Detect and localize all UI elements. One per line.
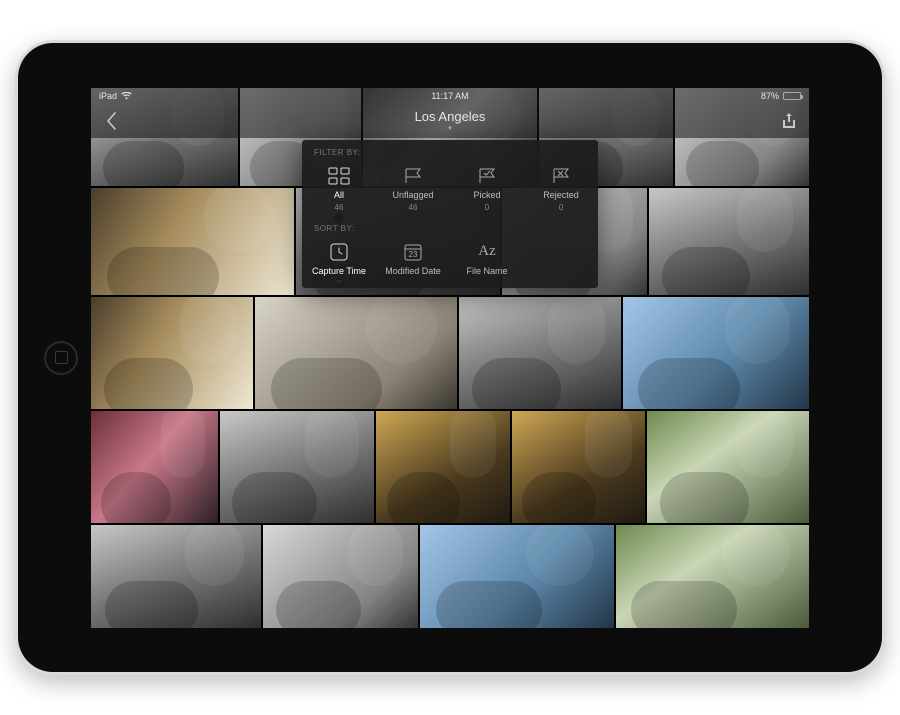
photo-thumb[interactable]: [376, 411, 510, 523]
sort-label: File Name: [466, 266, 507, 276]
photo-thumb[interactable]: [91, 525, 261, 628]
sort-section-label: SORT BY:: [302, 224, 598, 237]
grid-icon: [326, 165, 352, 187]
ipad-bezel: iPad 11:17 AM 87% Los Angeles: [18, 43, 882, 672]
az-icon: Az: [474, 241, 500, 263]
sort-label: Capture Time: [312, 266, 366, 276]
calendar-icon: 23: [400, 241, 426, 263]
filter-sort-popover: FILTER BY: All 46 Unflagged: [302, 140, 598, 288]
sort-direction-icon: [335, 280, 343, 284]
sort-file-name[interactable]: Az File Name: [450, 237, 524, 282]
wifi-icon: [121, 92, 132, 100]
carrier-label: iPad: [99, 91, 117, 101]
status-bar: iPad 11:17 AM 87%: [91, 88, 809, 104]
photo-thumb[interactable]: [616, 525, 809, 628]
sort-capture-time[interactable]: Capture Time: [302, 237, 376, 282]
sort-label: Modified Date: [385, 266, 441, 276]
screen: iPad 11:17 AM 87% Los Angeles: [91, 88, 809, 628]
nav-bar: Los Angeles ▼: [91, 104, 809, 138]
chevron-down-icon: ▼: [91, 126, 809, 132]
filter-unflagged[interactable]: Unflagged 46: [376, 161, 450, 218]
photo-thumb[interactable]: [91, 297, 253, 409]
photo-thumb[interactable]: [263, 525, 418, 628]
photo-thumb[interactable]: [255, 297, 457, 409]
filter-count: 46: [409, 203, 418, 212]
photo-thumb[interactable]: [91, 411, 218, 523]
photo-thumb[interactable]: [420, 525, 613, 628]
home-button[interactable]: [44, 341, 78, 375]
collection-title-button[interactable]: Los Angeles ▼: [91, 109, 809, 132]
filter-section-label: FILTER BY:: [302, 148, 598, 161]
filter-rejected[interactable]: Rejected 0: [524, 161, 598, 218]
battery-icon: [783, 92, 801, 100]
filter-label: Rejected: [543, 190, 579, 200]
filter-count: 0: [559, 203, 563, 212]
photo-thumb[interactable]: [649, 188, 809, 295]
filter-all[interactable]: All 46: [302, 161, 376, 218]
filter-count: 46: [335, 203, 344, 212]
flag-x-icon: [548, 165, 574, 187]
filter-label: Picked: [473, 190, 500, 200]
photo-thumb[interactable]: [623, 297, 809, 409]
sort-modified-date[interactable]: 23 Modified Date: [376, 237, 450, 282]
filter-picked[interactable]: Picked 0: [450, 161, 524, 218]
clock-icon: [326, 241, 352, 263]
photo-thumb[interactable]: [459, 297, 621, 409]
svg-text:23: 23: [409, 250, 418, 259]
filter-count: 0: [485, 203, 489, 212]
collection-title: Los Angeles: [415, 109, 486, 124]
flag-outline-icon: [400, 165, 426, 187]
battery-pct: 87%: [761, 91, 779, 101]
status-time: 11:17 AM: [91, 91, 809, 101]
filter-label: All: [334, 190, 344, 200]
photo-thumb[interactable]: [647, 411, 809, 523]
photo-thumb[interactable]: [512, 411, 646, 523]
filter-label: Unflagged: [392, 190, 433, 200]
ipad-device-frame: iPad 11:17 AM 87% Los Angeles: [15, 40, 885, 675]
photo-thumb[interactable]: [220, 411, 375, 523]
flag-check-icon: [474, 165, 500, 187]
photo-thumb[interactable]: [91, 188, 294, 295]
